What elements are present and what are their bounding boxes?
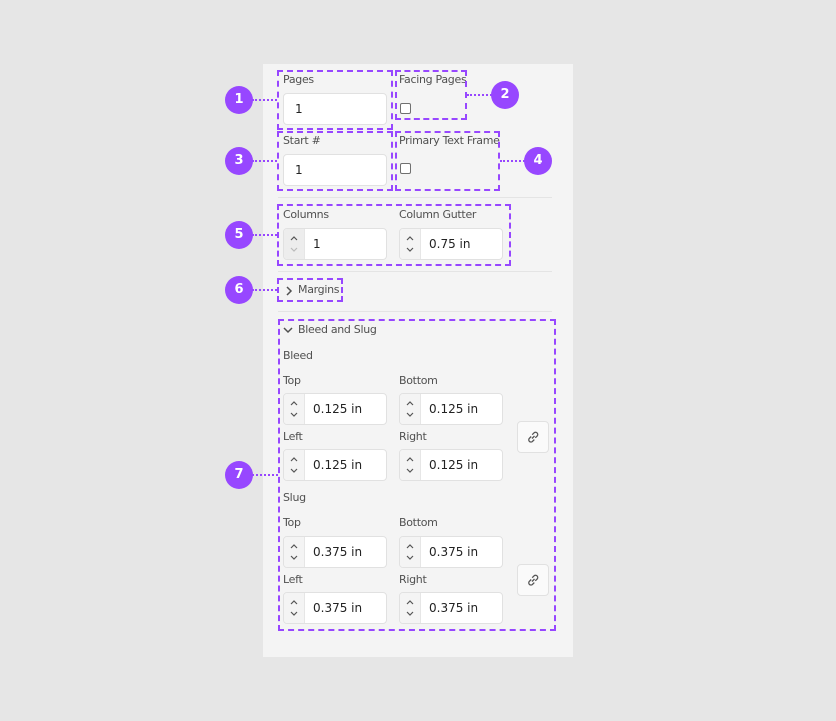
annotation-badge-7: 7 [225, 461, 253, 489]
annotation-connector [252, 160, 277, 162]
annotation-badge-5: 5 [225, 221, 253, 249]
divider [278, 311, 552, 312]
annotation-connector [500, 160, 525, 162]
annotation-connector [252, 289, 277, 291]
annotation-box-3 [277, 131, 393, 191]
annotation-box-4 [395, 131, 500, 191]
annotation-connector [252, 99, 277, 101]
divider [278, 271, 552, 272]
annotation-badge-3: 3 [225, 147, 253, 175]
annotation-connector [252, 474, 278, 476]
annotation-connector [252, 234, 277, 236]
divider [278, 197, 552, 198]
annotation-badge-1: 1 [225, 86, 253, 114]
annotation-box-5 [277, 204, 511, 266]
annotation-connector [467, 94, 492, 96]
annotation-badge-6: 6 [225, 276, 253, 304]
annotation-box-6 [277, 278, 343, 302]
annotation-badge-2: 2 [491, 81, 519, 109]
annotation-badge-4: 4 [524, 147, 552, 175]
annotation-box-2 [395, 70, 467, 120]
annotation-box-1 [277, 70, 393, 130]
annotation-box-7 [278, 319, 556, 631]
